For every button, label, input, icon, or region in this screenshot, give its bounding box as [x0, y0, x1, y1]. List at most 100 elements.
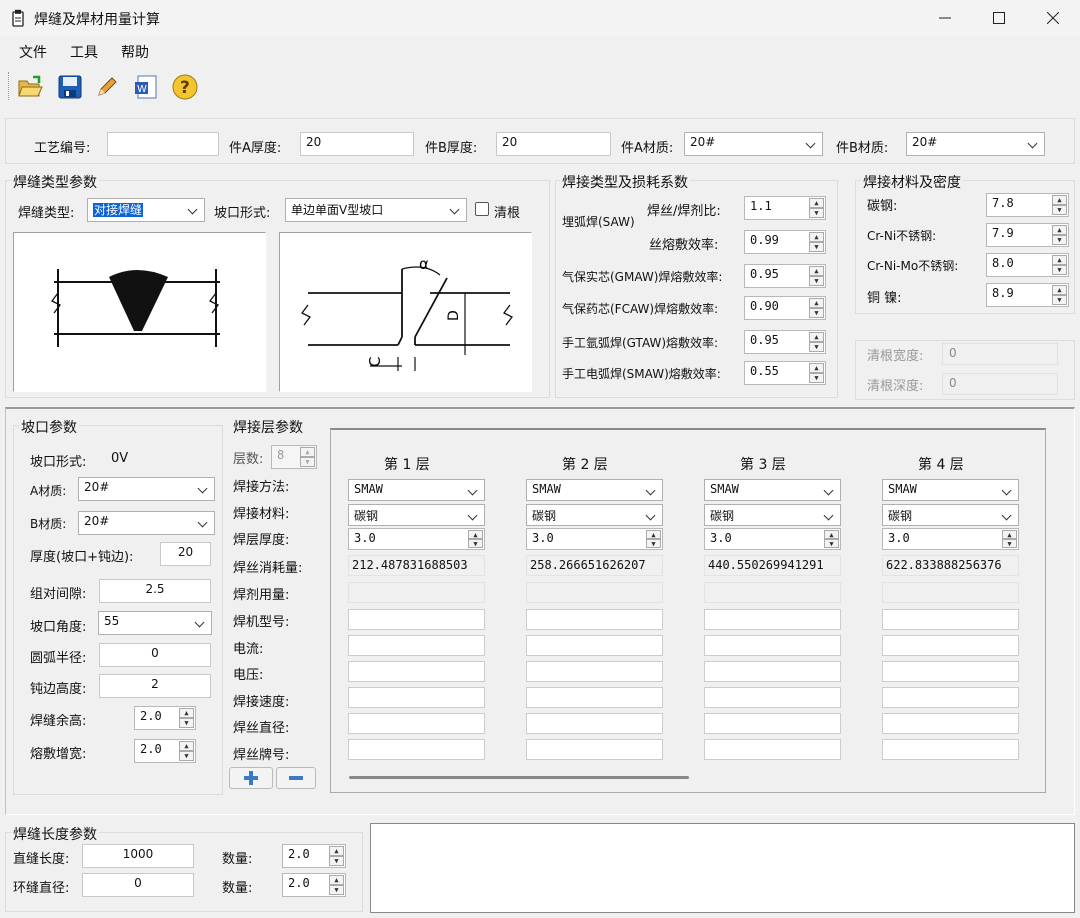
open-folder-icon[interactable]: [16, 72, 46, 102]
layer-material-select[interactable]: 碳钢: [882, 504, 1019, 526]
layer-wire-diameter-input[interactable]: [348, 713, 485, 734]
groove-a-material-select[interactable]: 20#: [78, 477, 215, 501]
layer-speed-input[interactable]: [526, 687, 663, 708]
wire-efficiency-spinner[interactable]: 0.99 ▲ ▼: [744, 230, 826, 254]
ring-diameter-input[interactable]: 0: [82, 873, 194, 897]
layer-wire-diameter-input[interactable]: [882, 713, 1019, 734]
layer-current-input[interactable]: [704, 635, 841, 656]
blunt-height-input[interactable]: 2: [99, 674, 211, 698]
layer-speed-input[interactable]: [704, 687, 841, 708]
maximize-button[interactable]: [972, 0, 1026, 36]
crnimo-density-spinner[interactable]: 8.0 ▲ ▼: [986, 253, 1069, 277]
clean-depth-input[interactable]: 0: [942, 373, 1058, 395]
layer-method-select[interactable]: SMAW: [526, 479, 663, 501]
remove-layer-button[interactable]: [276, 767, 316, 789]
word-export-icon[interactable]: W: [131, 72, 161, 102]
layer-voltage-input[interactable]: [704, 661, 841, 682]
layer-wire-brand-input[interactable]: [704, 739, 841, 760]
ring-qty-spinner[interactable]: 2.0 ▲ ▼: [282, 873, 346, 897]
groove-b-material-select[interactable]: 20#: [78, 511, 215, 535]
cuni-density-spinner[interactable]: 8.9 ▲ ▼: [986, 283, 1069, 307]
layer-current-input[interactable]: [882, 635, 1019, 656]
wire-flux-ratio-value: 1.1: [750, 199, 772, 213]
straight-length-input[interactable]: 1000: [82, 844, 194, 868]
menu-file[interactable]: 文件: [19, 42, 47, 62]
straight-qty-label: 数量:: [222, 852, 253, 867]
wire-flux-ratio-spinner[interactable]: 1.1 ▲ ▼: [744, 196, 826, 220]
add-layer-button[interactable]: [229, 767, 273, 789]
crnimo-density-value: 8.0: [992, 256, 1014, 270]
deposit-widen-spinner[interactable]: 2.0 ▲ ▼: [134, 739, 196, 763]
a-material-select[interactable]: 20#: [684, 132, 823, 156]
layer-method-select[interactable]: SMAW: [882, 479, 1019, 501]
wire-efficiency-label: 丝熔敷效率:: [649, 238, 719, 253]
gap-input[interactable]: 2.5: [99, 579, 211, 603]
groove-form-select[interactable]: 单边单面V型坡口: [285, 198, 467, 222]
layer-machine-input[interactable]: [704, 609, 841, 630]
layer-wire-brand-input[interactable]: [348, 739, 485, 760]
layer-thickness-spinner[interactable]: 3.0 ▲ ▼: [704, 528, 841, 550]
layer-thickness-value: 3.0: [532, 531, 554, 545]
result-textarea[interactable]: [370, 823, 1075, 913]
close-button[interactable]: [1026, 0, 1080, 36]
layer-speed-input[interactable]: [882, 687, 1019, 708]
layer-grid-horizontal-scrollbar[interactable]: [349, 776, 689, 779]
layer-machine-input[interactable]: [348, 609, 485, 630]
row-label-method: 焊接方法:: [233, 480, 290, 495]
arc-radius-input[interactable]: 0: [99, 643, 211, 667]
smaw-efficiency-spinner[interactable]: 0.55 ▲ ▼: [744, 361, 826, 385]
process-no-label: 工艺编号:: [34, 141, 91, 156]
menu-tools[interactable]: 工具: [70, 42, 98, 62]
layer-wire-diameter-input[interactable]: [526, 713, 663, 734]
minimize-button[interactable]: [918, 0, 972, 36]
layer-method-value: SMAW: [354, 482, 383, 496]
layer-material-select[interactable]: 碳钢: [526, 504, 663, 526]
wire-efficiency-value: 0.99: [750, 233, 779, 247]
layer-material-select[interactable]: 碳钢: [704, 504, 841, 526]
gtaw-efficiency-spinner[interactable]: 0.95 ▲ ▼: [744, 330, 826, 354]
blunt-height-label: 钝边高度:: [30, 682, 87, 697]
layer-thickness-spinner[interactable]: 3.0 ▲ ▼: [348, 528, 485, 550]
menu-help[interactable]: 帮助: [121, 42, 149, 62]
weld-type-select[interactable]: 对接焊缝: [87, 198, 205, 222]
menu-bar: [0, 36, 1080, 64]
crni-density-spinner[interactable]: 7.9 ▲ ▼: [986, 223, 1069, 247]
layer-voltage-input[interactable]: [882, 661, 1019, 682]
smaw-value: 0.55: [750, 364, 779, 378]
clean-width-input[interactable]: 0: [942, 343, 1058, 365]
straight-qty-spinner[interactable]: 2.0 ▲ ▼: [282, 844, 346, 868]
layer-wire-diameter-input[interactable]: [704, 713, 841, 734]
groove-thickness-input[interactable]: 20: [160, 542, 211, 566]
layer-voltage-input[interactable]: [526, 661, 663, 682]
b-material-select[interactable]: 20#: [906, 132, 1045, 156]
layer-voltage-input[interactable]: [348, 661, 485, 682]
a-thickness-input[interactable]: 20: [300, 132, 414, 156]
layer-wire-brand-input[interactable]: [526, 739, 663, 760]
layer-thickness-spinner[interactable]: 3.0 ▲ ▼: [882, 528, 1019, 550]
layer-method-select[interactable]: SMAW: [348, 479, 485, 501]
b-thickness-input[interactable]: 20: [496, 132, 611, 156]
layer-method-select[interactable]: SMAW: [704, 479, 841, 501]
layer-machine-input[interactable]: [526, 609, 663, 630]
layer-thickness-spinner[interactable]: 3.0 ▲ ▼: [526, 528, 663, 550]
carbon-density-spinner[interactable]: 7.8 ▲ ▼: [986, 193, 1069, 217]
layer-wire-brand-input[interactable]: [882, 739, 1019, 760]
help-icon[interactable]: ?: [170, 72, 200, 102]
gmaw-efficiency-spinner[interactable]: 0.95 ▲ ▼: [744, 264, 826, 288]
layer-current-input[interactable]: [526, 635, 663, 656]
clean-root-checkbox[interactable]: [475, 202, 489, 216]
layer-column-2: 第 2 层 SMAW 碳钢 3.0 ▲ ▼ 258.266651626207: [508, 428, 688, 778]
layer-count-spinner[interactable]: 8 ▲ ▼: [271, 445, 317, 469]
fcaw-efficiency-spinner[interactable]: 0.90 ▲ ▼: [744, 296, 826, 320]
process-no-input[interactable]: [107, 132, 219, 156]
save-icon[interactable]: [55, 72, 85, 102]
reinforcement-spinner[interactable]: 2.0 ▲ ▼: [134, 706, 196, 730]
layer-machine-input[interactable]: [882, 609, 1019, 630]
a-material-label: 件A材质:: [621, 141, 674, 156]
layer-current-input[interactable]: [348, 635, 485, 656]
groove-angle-select[interactable]: 55: [98, 611, 212, 635]
groove-form-readout-value: 0V: [111, 451, 129, 466]
layer-speed-input[interactable]: [348, 687, 485, 708]
layer-material-select[interactable]: 碳钢: [348, 504, 485, 526]
edit-icon[interactable]: [92, 72, 122, 102]
